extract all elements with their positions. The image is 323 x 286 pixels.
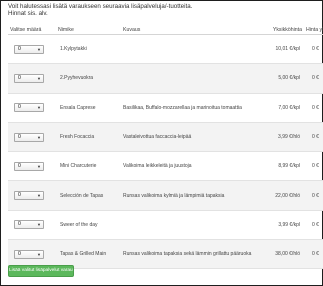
quantity-select[interactable]: 0 ▼ — [14, 249, 44, 259]
header-desc: Kuvaus — [121, 25, 261, 35]
item-description — [121, 210, 261, 241]
quantity-select[interactable]: 0 ▼ — [14, 73, 44, 83]
unit-price: 10,01 €/kpl — [261, 34, 304, 65]
item-name: Mini Charcuterie — [56, 151, 121, 182]
item-description — [121, 63, 261, 94]
quantity-select[interactable]: 0 ▼ — [14, 161, 44, 171]
item-description: Basilikaa, Buffalo-mozzarellaa ja marino… — [121, 93, 261, 123]
chevron-down-icon: ▼ — [37, 105, 41, 111]
quantity-select[interactable]: 0 ▼ — [14, 220, 44, 230]
item-name: Selección de Tapas — [56, 180, 121, 211]
row-total: 0 € — [304, 239, 323, 270]
quantity-value: 0 — [18, 104, 21, 111]
qty-cell: 0 ▼ — [8, 180, 56, 211]
row-total: 0 € — [304, 151, 323, 182]
item-name: 1.Kylpytakki — [56, 34, 121, 65]
table-row: 0 ▼ Selección de Tapas Runsas valikoima kyl… — [8, 180, 323, 211]
add-extras-button[interactable]: Lisää valitut lisäpalvelut varaukseen — [8, 265, 74, 277]
header-total: Hinta yht. — [304, 25, 323, 35]
quantity-value: 0 — [18, 221, 21, 228]
item-name: Ensala Caprese — [56, 93, 121, 123]
quantity-select[interactable]: 0 ▼ — [14, 191, 44, 201]
intro-line: Voit halutessasi lisätä varaukseen seura… — [8, 3, 193, 10]
intro-text: Voit halutessasi lisätä varaukseen seura… — [8, 3, 308, 17]
row-total: 0 € — [304, 122, 323, 153]
qty-cell: 0 ▼ — [8, 34, 56, 65]
unit-price: 5,00 €/kpl — [261, 63, 304, 94]
chevron-down-icon: ▼ — [37, 251, 41, 257]
quantity-value: 0 — [18, 45, 21, 52]
header-name: Nimike — [56, 25, 121, 35]
extras-table: Valitse määrä Nimike Kuvaus Yksikköhinta… — [8, 25, 323, 270]
chevron-down-icon: ▼ — [37, 46, 41, 52]
chevron-down-icon: ▼ — [37, 163, 41, 169]
quantity-select[interactable]: 0 ▼ — [14, 44, 44, 54]
item-name: Sweer of the day — [56, 210, 121, 241]
item-description: Runsas valikoima tapaksia sekä lämmin gr… — [121, 239, 261, 270]
chevron-down-icon: ▼ — [37, 75, 41, 81]
table-row: 0 ▼ Ensala Caprese Basilikaa, Buffalo-mozza… — [8, 93, 323, 123]
quantity-select[interactable]: 0 ▼ — [14, 132, 44, 142]
quantity-value: 0 — [18, 250, 21, 257]
table-row: 0 ▼ 1.Kylpytakki 10,01 €/kpl 0 € — [8, 34, 323, 65]
chevron-down-icon: ▼ — [37, 222, 41, 228]
row-total: 0 € — [304, 34, 323, 65]
item-name: 2.Pyyhevuokra — [56, 63, 121, 94]
row-total: 0 € — [304, 93, 323, 123]
qty-cell: 0 ▼ — [8, 151, 56, 182]
unit-price: 8,99 €/kpl — [261, 151, 304, 182]
price-note: Hinnat sis. alv. — [8, 10, 48, 17]
item-description — [121, 34, 261, 65]
item-description: Valikoima leikkeleitä ja juustoja — [121, 151, 261, 182]
chevron-down-icon: ▼ — [37, 193, 41, 199]
table-row: 0 ▼ Mini Charcuterie Valikoima leikkeleitä … — [8, 151, 323, 182]
item-description: Runsas valikoima kylmiä ja lämpimiä tapa… — [121, 180, 261, 211]
quantity-value: 0 — [18, 74, 21, 81]
unit-price: 7,00 €/kpl — [261, 93, 304, 123]
qty-cell: 0 ▼ — [8, 122, 56, 153]
unit-price: 22,00 €/hlö — [261, 180, 304, 211]
qty-cell: 0 ▼ — [8, 63, 56, 94]
item-description: Vastaleivottua faccaccia-leipää — [121, 122, 261, 153]
row-total: 0 € — [304, 210, 323, 241]
unit-price: 38,00 €/hlö — [261, 239, 304, 270]
header-qty: Valitse määrä — [8, 25, 56, 35]
quantity-value: 0 — [18, 192, 21, 199]
unit-price: 3,99 €/hlö — [261, 122, 304, 153]
table-header-row: Valitse määrä Nimike Kuvaus Yksikköhinta… — [8, 25, 323, 35]
quantity-select[interactable]: 0 ▼ — [14, 103, 44, 113]
row-total: 0 € — [304, 63, 323, 94]
qty-cell: 0 ▼ — [8, 210, 56, 241]
table-row: 0 ▼ Sweer of the day 3,99 €/kpl 0 € — [8, 210, 323, 241]
table-row: 0 ▼ 2.Pyyhevuokra 5,00 €/kpl 0 € — [8, 63, 323, 94]
row-total: 0 € — [304, 180, 323, 211]
item-name: Fresh Focaccia — [56, 122, 121, 153]
header-price: Yksikköhinta — [261, 25, 304, 35]
table-row: 0 ▼ Fresh Focaccia Vastaleivottua faccaccia… — [8, 122, 323, 153]
chevron-down-icon: ▼ — [37, 134, 41, 140]
quantity-value: 0 — [18, 162, 21, 169]
unit-price: 3,99 €/kpl — [261, 210, 304, 241]
qty-cell: 0 ▼ — [8, 93, 56, 123]
quantity-value: 0 — [18, 133, 21, 140]
